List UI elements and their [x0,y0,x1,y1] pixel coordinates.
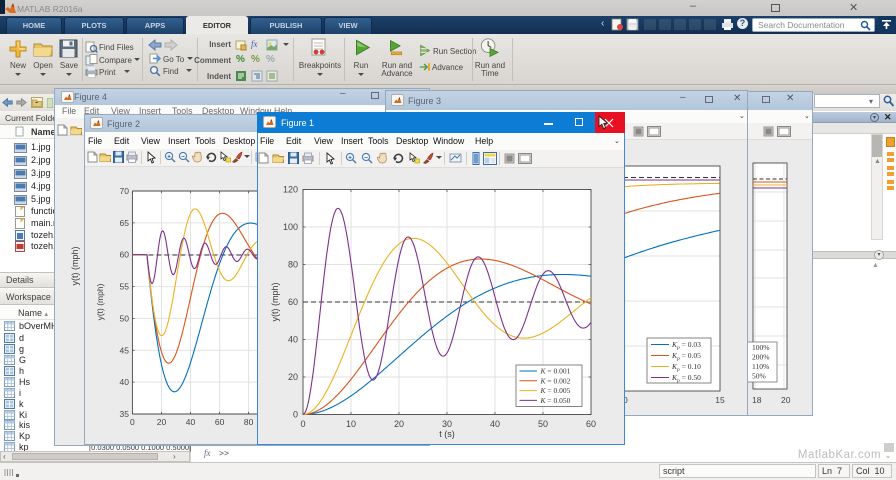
svg-text:+: + [167,153,171,160]
svg-text:K = 0.005: K = 0.005 [540,386,571,395]
svg-text:120: 120 [283,185,298,195]
svg-text:60: 60 [586,419,596,429]
svg-text:60: 60 [215,417,225,427]
svg-text:40: 40 [186,417,196,427]
svg-text:70: 70 [120,186,130,196]
svg-text:100: 100 [283,222,298,232]
svg-text:−: − [181,153,185,160]
svg-text:−: − [364,154,368,161]
svg-text:50: 50 [538,419,548,429]
svg-text:65: 65 [120,218,130,228]
svg-text:40: 40 [288,335,298,345]
svg-text:45: 45 [120,345,130,355]
svg-text:50: 50 [120,313,130,323]
svg-text:50%: 50% [752,372,766,381]
svg-text:20: 20 [394,419,404,429]
svg-text:18: 18 [752,395,762,405]
svg-text:20: 20 [157,417,167,427]
svg-text:K = 0.050: K = 0.050 [540,396,571,405]
svg-text:35: 35 [120,409,130,419]
svg-text:t (s): t (s) [439,429,455,439]
svg-text:y(t) (mph): y(t) (mph) [270,283,280,322]
svg-text:y(t) (mph): y(t) (mph) [95,283,105,320]
svg-text:10: 10 [346,419,356,429]
svg-text:0: 0 [130,417,135,427]
svg-text:40: 40 [120,377,130,387]
svg-text:60: 60 [120,250,130,260]
svg-text:60: 60 [288,297,298,307]
svg-text:K = 0.001: K = 0.001 [540,367,571,376]
svg-text:20: 20 [288,372,298,382]
svg-text:+: + [348,154,352,161]
svg-text:20: 20 [781,395,791,405]
svg-text:100%: 100% [752,343,770,352]
svg-text:110%: 110% [752,362,769,371]
svg-text:K = 0.002: K = 0.002 [540,376,571,385]
svg-text:40: 40 [490,419,500,429]
svg-text:80: 80 [288,260,298,270]
svg-text:0: 0 [293,410,298,420]
svg-text:80: 80 [244,417,254,427]
svg-text:30: 30 [442,419,452,429]
svg-text:55: 55 [120,282,130,292]
svg-text:0: 0 [300,419,305,429]
svg-text:15: 15 [715,395,725,405]
svg-text:200%: 200% [752,353,770,362]
